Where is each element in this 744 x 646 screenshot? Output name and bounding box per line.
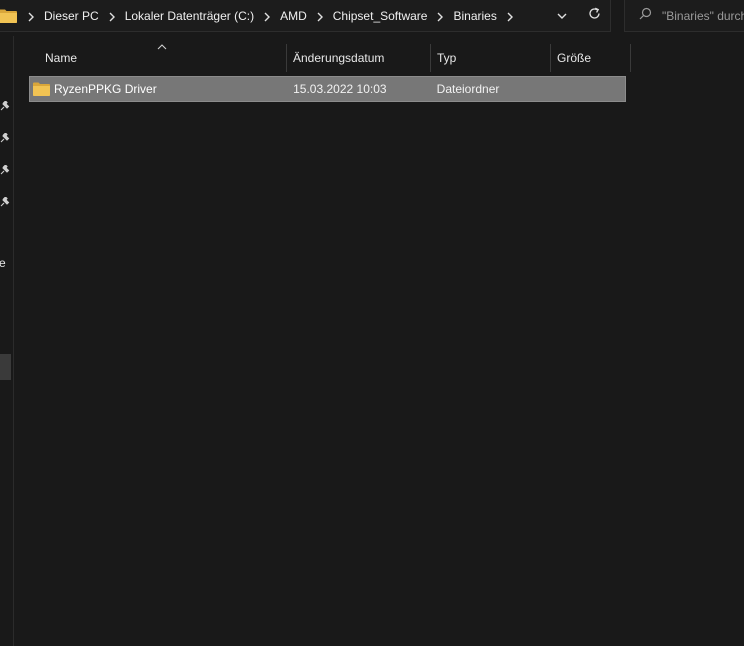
column-header-name[interactable]: Name xyxy=(29,44,287,72)
chevron-right-icon[interactable] xyxy=(263,11,271,21)
breadcrumb-item-lokaler-datentraeger[interactable]: Lokaler Datenträger (C:) xyxy=(125,9,254,23)
breadcrumb-item-dieser-pc[interactable]: Dieser PC xyxy=(44,9,99,23)
folder-icon xyxy=(33,82,50,96)
refresh-icon xyxy=(588,7,601,25)
column-header-size[interactable]: Größe xyxy=(551,44,631,72)
nav-item-label-clipped[interactable]: e xyxy=(0,256,6,270)
nav-pane-scrollbar[interactable] xyxy=(0,354,11,380)
chevron-right-icon[interactable] xyxy=(316,11,324,21)
sort-up-icon xyxy=(157,40,167,50)
column-header-date[interactable]: Änderungsdatum xyxy=(287,44,431,72)
file-date: 15.03.2022 10:03 xyxy=(293,82,387,96)
file-type: Dateiordner xyxy=(436,82,500,96)
refresh-button[interactable] xyxy=(578,1,610,31)
column-header-type[interactable]: Typ xyxy=(431,44,551,72)
column-headers: Name Änderungsdatum Typ Größe xyxy=(29,44,631,72)
pin-icon[interactable] xyxy=(0,130,10,143)
breadcrumb-item-chipset-software[interactable]: Chipset_Software xyxy=(333,9,428,23)
file-name: RyzenPPKG Driver xyxy=(54,82,157,96)
column-header-size-label: Größe xyxy=(557,51,592,65)
search-box[interactable] xyxy=(624,0,744,32)
chevron-down-icon xyxy=(557,7,567,25)
column-header-name-label: Name xyxy=(45,51,78,65)
search-icon xyxy=(639,7,652,25)
chevron-right-icon[interactable] xyxy=(506,11,514,21)
pin-icon[interactable] xyxy=(0,194,10,207)
column-header-date-label: Änderungsdatum xyxy=(293,51,385,65)
pin-icon[interactable] xyxy=(0,98,10,111)
chevron-right-icon[interactable] xyxy=(436,11,444,21)
address-bar[interactable]: Dieser PC Lokaler Datenträger (C:) AMD C… xyxy=(0,0,611,32)
search-input[interactable] xyxy=(662,8,744,23)
breadcrumb-item-amd[interactable]: AMD xyxy=(280,9,307,23)
folder-icon xyxy=(0,9,17,23)
navigation-pane: e xyxy=(0,36,14,646)
file-name-cell: RyzenPPKG Driver xyxy=(30,82,287,96)
address-history-button[interactable] xyxy=(546,1,578,31)
breadcrumb: Dieser PC Lokaler Datenträger (C:) AMD C… xyxy=(27,9,546,23)
file-explorer-window: Dieser PC Lokaler Datenträger (C:) AMD C… xyxy=(0,0,744,646)
pin-icon[interactable] xyxy=(0,162,10,175)
chevron-right-icon[interactable] xyxy=(108,11,116,21)
chevron-right-icon[interactable] xyxy=(27,11,35,21)
column-header-type-label: Typ xyxy=(437,51,457,65)
breadcrumb-item-binaries[interactable]: Binaries xyxy=(453,9,496,23)
file-row-ryzenppkg-driver[interactable]: RyzenPPKG Driver 15.03.2022 10:03 Dateio… xyxy=(29,76,626,102)
